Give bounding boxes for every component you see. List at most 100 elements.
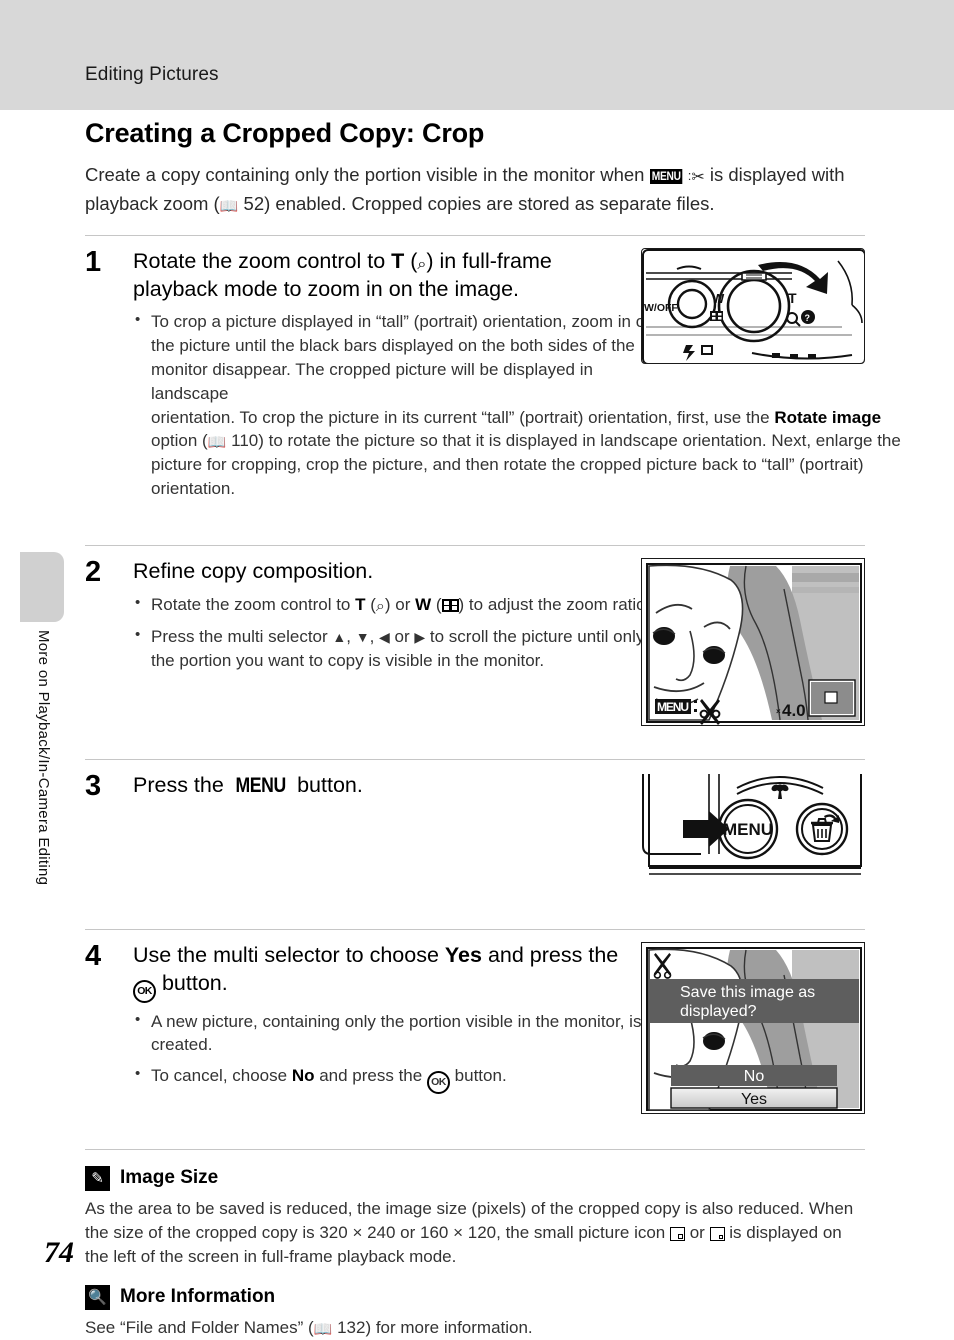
step-4: 4 Use the multi selector to choose Yes a… [85, 930, 865, 1132]
step-2-b2-text-2: , [346, 626, 356, 646]
step-3-heading-text-2: button. [291, 772, 363, 797]
book-reference-icon: 📖 [219, 197, 239, 215]
svg-text:W/OFF: W/OFF [644, 302, 678, 314]
list-item: A new picture, containing only the porti… [135, 1009, 659, 1058]
chapter-tab [20, 552, 64, 622]
pencil-icon: ✎ [85, 1165, 110, 1191]
note-image-size-head: ✎ Image Size [85, 1165, 865, 1191]
page-content: Creating a Cropped Copy: Crop Create a c… [85, 118, 901, 1340]
menu-button-label-icon: MENU [235, 772, 286, 797]
step-2-b2-text-3: , [369, 626, 380, 646]
page-title: Creating a Cropped Copy: Crop [85, 118, 485, 148]
step-4-heading-text-2: and press the [481, 942, 619, 967]
page-number: 74 [44, 1236, 74, 1269]
note-1-text-1: See “File and Folder Names” ( [85, 1317, 314, 1337]
step-2-b1-text-2: ( [365, 594, 376, 614]
step-1-bullets: To crop a picture displayed in “tall” (p… [133, 309, 659, 405]
step-1-heading-text-2: ( [404, 248, 418, 273]
arrow-right-icon: ▶ [414, 628, 426, 645]
step-4-bullets: A new picture, containing only the porti… [133, 1009, 659, 1095]
step-3: 3 Press the MENU button. MENU [85, 760, 865, 912]
tele-label: T [355, 594, 366, 614]
illustration-camera-back-menu-button: MENU [641, 771, 865, 884]
note-more-information-title: More Information [120, 1286, 276, 1308]
small-picture-icon-320 [669, 1226, 685, 1241]
rotate-image-option-name: Rotate image [774, 407, 882, 427]
step-2-b1-text-3: ) or [384, 594, 416, 614]
step-2-b1-text-1: Rotate the zoom control to [151, 594, 356, 614]
page-header-band [0, 0, 954, 110]
step-3-heading-text-1: Press the [133, 772, 230, 797]
step-4-b2-text-1: To cancel, choose [151, 1066, 292, 1086]
small-picture-icon-160 [709, 1226, 725, 1241]
step-1-heading: Rotate the zoom control to T (⌕) in full… [133, 248, 641, 304]
yes-option-name: Yes [444, 942, 482, 967]
note-image-size: ✎ Image Size As the area to be saved is … [85, 1165, 865, 1269]
zoom-in-magnifier-icon: ⌕ [375, 597, 385, 615]
ok-button-icon: OK [426, 1071, 450, 1095]
svg-text:W: W [712, 291, 725, 306]
svg-text:MENU: MENU [723, 820, 773, 839]
illustration-camera-top-zoom-control: W/OFF W T ? [641, 247, 865, 364]
svg-text:4.0: 4.0 [782, 701, 806, 720]
step-2-b2-text-4: or [389, 626, 415, 646]
step-2-heading: Refine copy composition. [133, 558, 374, 583]
camera-back-svg: MENU [642, 772, 864, 883]
divider-above-notes [85, 1148, 865, 1150]
note-more-information-head: 🔍 More Information [85, 1284, 865, 1310]
step-1-continuation: orientation. To crop the picture in its … [151, 406, 913, 501]
monitor-zoomed-face-svg: MENU × 4.0 [642, 558, 864, 725]
no-option-name: No [291, 1066, 315, 1086]
section-intro: Create a copy containing only the portio… [85, 161, 865, 218]
step-2-number: 2 [85, 555, 102, 588]
svg-text:T: T [788, 290, 797, 306]
list-item: Press the multi selector ▲, ▼, ◀ or ▶ to… [135, 624, 659, 673]
step-4-b2-text-3: button. [449, 1066, 507, 1086]
list-item: To cancel, choose No and press the OK bu… [135, 1063, 659, 1095]
wide-label: W [415, 594, 432, 614]
step-1-cont-text-3: ) to rotate the picture so that it is di… [151, 431, 901, 499]
dialog-option-yes: Yes [741, 1091, 767, 1108]
step-1-ref-page: 110 [231, 431, 259, 451]
note-1-ref-page: 132 [337, 1317, 366, 1337]
scissors-icon: ✂ [691, 169, 705, 186]
step-2-b1-text-5: ) to adjust the zoom ratio. [458, 594, 651, 614]
svg-text:?: ? [805, 313, 811, 323]
tele-label: T [391, 248, 405, 273]
list-item: Rotate the zoom control to T (⌕) or W ()… [135, 591, 659, 618]
arrow-up-icon: ▲ [332, 628, 347, 645]
step-1-number: 1 [85, 245, 102, 278]
illustration-monitor-save-confirm-dialog: Save this image as displayed? No Yes [641, 941, 865, 1114]
note-0-text-2: or [684, 1222, 710, 1242]
step-2-b2-text-1: Press the multi selector [151, 626, 333, 646]
note-more-information: 🔍 More Information See “File and Folder … [85, 1284, 865, 1340]
step-4-number: 4 [85, 939, 102, 972]
svg-text:×: × [776, 707, 781, 716]
camera-top-svg: W/OFF W T ? [642, 248, 864, 363]
chapter-label: More on Playback/In-Camera Editing [35, 630, 52, 886]
arrow-down-icon: ▼ [355, 628, 370, 645]
list-item: To crop a picture displayed in “tall” (p… [135, 309, 659, 405]
step-2-b1-text-4: ( [431, 594, 442, 614]
intro-text-3: ) enabled. Cropped copies are stored as … [264, 192, 715, 214]
step-3-heading: Press the MENU button. [133, 772, 641, 800]
step-1-heading-text-1: Rotate the zoom control to [133, 248, 392, 273]
illustration-monitor-zoomed-face: MENU × 4.0 [641, 557, 865, 726]
dialog-message-line-1: Save this image as [680, 984, 815, 1001]
step-1: 1 Rotate the zoom control to T (⌕) in fu… [85, 236, 901, 528]
book-reference-icon: 📖 [313, 1320, 333, 1338]
step-2-bullets: Rotate the zoom control to T (⌕) or W ()… [133, 591, 659, 673]
step-4-heading-text-1: Use the multi selector to choose [133, 942, 445, 967]
book-reference-icon: 📖 [207, 434, 227, 452]
step-4-heading: Use the multi selector to choose Yes and… [133, 942, 641, 1003]
note-image-size-title: Image Size [120, 1167, 219, 1189]
thumbnail-view-icon [441, 598, 459, 612]
step-4-b2-text-2: and press the [314, 1066, 427, 1086]
arrow-left-icon: ◀ [379, 628, 390, 645]
note-more-information-body: See “File and Folder Names” (📖 132) for … [85, 1316, 865, 1340]
step-2: 2 Refine copy composition. Rotate the zo… [85, 546, 865, 742]
note-1-text-2: ) for more information. [365, 1317, 533, 1337]
intro-ref-page: 52 [243, 192, 265, 214]
note-image-size-body: As the area to be saved is reduced, the … [85, 1197, 865, 1269]
running-head: Editing Pictures [85, 64, 219, 85]
